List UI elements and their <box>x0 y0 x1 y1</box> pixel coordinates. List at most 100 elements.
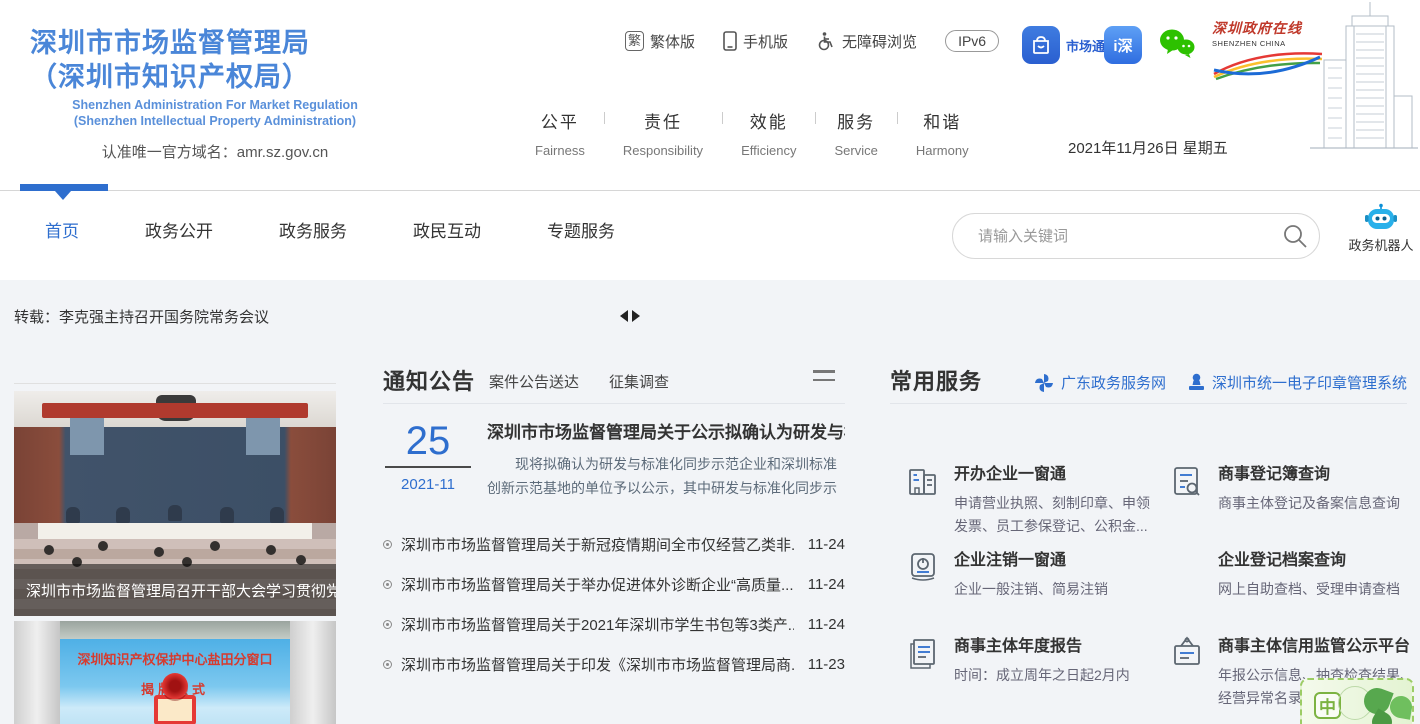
bullet-icon <box>383 540 392 549</box>
civilization-widget[interactable]: 中 <box>1300 678 1414 724</box>
ishenzhen-app-icon: i深 <box>1104 26 1142 64</box>
red-flower <box>162 673 188 699</box>
ceiling-strip <box>44 621 306 639</box>
ishenzhen-app-link[interactable]: i深 <box>1104 26 1142 64</box>
carousel-slide-2[interactable]: 深圳知识产权保护中心盐田分窗口 揭牌仪式 <box>14 621 336 724</box>
notices-section: 通知公告 案件公告送达 征集调查 25 2021-11 深圳市市场监督管理局关于… <box>383 362 845 684</box>
slide2-title: 深圳知识产权保护中心盐田分窗口 <box>14 649 336 668</box>
gd-gov-service-link[interactable]: 广东政务服务网 <box>1034 372 1166 393</box>
value-zh: 和谐 <box>916 108 969 133</box>
seal-icon <box>1188 373 1205 392</box>
service-archive-search[interactable]: 企业登记档案查询 网上自助查档、受理申请查档 <box>1168 546 1420 601</box>
nav-item-special[interactable]: 专题服务 <box>547 217 615 242</box>
wechat-link[interactable] <box>1158 27 1196 61</box>
notices-tabs: 案件公告送达 征集调查 <box>489 371 669 392</box>
site-logo[interactable]: 深圳市市场监督管理局 （深圳市知识产权局） Shenzhen Administr… <box>30 26 430 162</box>
official-figure <box>220 507 234 523</box>
carousel-slide-1[interactable]: 深圳市市场监督管理局召开干部大会学习贯彻党的十... <box>14 391 336 616</box>
nav-item-home[interactable]: 首页 <box>45 217 79 242</box>
traditional-label: 繁体版 <box>650 31 695 52</box>
ticker-next-icon[interactable] <box>632 310 640 322</box>
slide-caption[interactable]: 深圳市市场监督管理局召开干部大会学习贯彻党的十... <box>14 564 336 616</box>
value-efficiency: 效能 Efficiency <box>722 108 815 158</box>
featured-title[interactable]: 深圳市市场监督管理局关于公示拟确认为研发与标... <box>487 418 845 443</box>
notice-item-date: 11-24 <box>808 536 845 553</box>
featured-notice[interactable]: 25 2021-11 深圳市市场监督管理局关于公示拟确认为研发与标... 现将拟… <box>383 418 845 506</box>
search-button[interactable] <box>1271 213 1319 259</box>
bullet-icon <box>383 660 392 669</box>
active-tab-indicator <box>20 184 108 191</box>
plaque <box>154 695 196 724</box>
tab-case-announcements[interactable]: 案件公告送达 <box>489 371 579 392</box>
building-doc-icon <box>904 462 942 500</box>
mobile-label: 手机版 <box>743 31 788 52</box>
official-figure <box>168 505 182 521</box>
accessibility-link[interactable]: 无障碍浏览 <box>816 31 917 52</box>
market-app-link[interactable]: 市场通 <box>1022 26 1105 64</box>
service-title: 商事主体信用监管公示平台 <box>1218 632 1420 656</box>
main-nav: 首页 政务公开 政务服务 政民互动 专题服务 <box>0 190 1420 280</box>
official-figure <box>116 507 130 523</box>
mobile-version-link[interactable]: 手机版 <box>723 31 788 52</box>
side-screen <box>246 415 280 455</box>
e-seal-system-link[interactable]: 深圳市统一电子印章管理系统 <box>1188 372 1407 393</box>
page: 深圳市市场监督管理局 （深圳市知识产权局） Shenzhen Administr… <box>0 0 1420 724</box>
ipv6-badge[interactable]: IPv6 <box>945 30 999 52</box>
nav-item-interaction[interactable]: 政民互动 <box>413 217 481 242</box>
market-app-label: 市场通 <box>1066 36 1105 55</box>
notice-item-title: 深圳市市场监督管理局关于举办促进体外诊断企业“高质量... <box>401 574 794 595</box>
service-title: 企业登记档案查询 <box>1218 546 1420 570</box>
services-section: 常用服务 广东政务服务网 <box>890 362 1407 418</box>
site-title-en-2: (Shenzhen Intellectual Property Administ… <box>30 113 400 129</box>
tab-surveys[interactable]: 征集调查 <box>609 371 669 392</box>
site-title-zh-1: 深圳市市场监督管理局 <box>30 26 430 60</box>
market-app-icon <box>1022 26 1060 64</box>
nav-item-gov-info[interactable]: 政务公开 <box>145 217 213 242</box>
service-title: 商事主体年度报告 <box>954 632 1156 656</box>
photo-carousel: 深圳市市场监督管理局召开干部大会学习贯彻党的十... 深圳知识产权保护中心盐田分… <box>14 383 336 724</box>
services-title: 常用服务 <box>890 364 982 396</box>
service-desc: 网上自助查档、受理申请查档 <box>1218 578 1420 601</box>
audience-head <box>98 541 108 551</box>
audience-head <box>154 547 164 557</box>
service-open-business[interactable]: 开办企业一窗通 申请营业执照、刻制印章、申领发票、员工参保登记、公积金... <box>904 460 1156 538</box>
traditional-version-link[interactable]: 繁 繁体版 <box>625 31 695 52</box>
bullet-icon <box>383 580 392 589</box>
featured-body: 深圳市市场监督管理局关于公示拟确认为研发与标... 现将拟确认为研发与标准化同步… <box>487 418 845 500</box>
value-responsibility: 责任 Responsibility <box>604 108 722 158</box>
audience-head <box>210 541 220 551</box>
notice-item-title: 深圳市市场监督管理局关于新冠疫情期间全市仅经营乙类非... <box>401 534 794 555</box>
service-desc: 企业一般注销、简易注销 <box>954 578 1156 601</box>
notice-item[interactable]: 深圳市市场监督管理局关于2021年深圳市学生书包等3类产... 11-24 <box>383 604 845 644</box>
notice-item[interactable]: 深圳市市场监督管理局关于印发《深圳市市场监督管理局商... 11-23 <box>383 644 845 684</box>
value-en: Efficiency <box>741 143 796 158</box>
value-zh: 责任 <box>623 108 703 133</box>
service-annual-report[interactable]: 商事主体年度报告 时间：成立周年之日起2月内 <box>904 632 1156 687</box>
clover-leaf <box>1388 694 1413 719</box>
value-en: Responsibility <box>623 143 703 158</box>
search-input[interactable] <box>978 228 1271 245</box>
gov-robot-button[interactable]: 政务机器人 <box>1348 203 1414 254</box>
value-en: Fairness <box>535 143 585 158</box>
news-ticker[interactable]: 转载：李克强主持召开国务院常务会议 <box>14 306 269 327</box>
value-zh: 服务 <box>834 108 877 133</box>
mobile-icon <box>723 31 737 51</box>
service-title: 开办企业一窗通 <box>954 460 1156 484</box>
ticker-prev-icon[interactable] <box>620 310 628 322</box>
more-icon[interactable] <box>813 370 835 387</box>
featured-date-block: 25 2021-11 <box>385 420 471 493</box>
sign-board-icon <box>1168 634 1206 672</box>
traditional-icon: 繁 <box>625 31 644 51</box>
value-fairness: 公平 Fairness <box>516 108 604 158</box>
services-links: 广东政务服务网 深圳市统一电子印章管理系统 <box>1034 372 1407 393</box>
power-book-icon <box>904 548 942 586</box>
notice-item[interactable]: 深圳市市场监督管理局关于新冠疫情期间全市仅经营乙类非... 11-24 <box>383 524 845 564</box>
robot-icon <box>1364 203 1398 233</box>
service-registry-search[interactable]: 商事登记簿查询 商事主体登记及备案信息查询 <box>1168 460 1420 515</box>
service-deregistration[interactable]: 企业注销一窗通 企业一般注销、简易注销 <box>904 546 1156 601</box>
gov-robot-label: 政务机器人 <box>1348 235 1414 254</box>
search-icon <box>1282 223 1308 249</box>
service-title: 企业注销一窗通 <box>954 546 1156 570</box>
nav-item-gov-services[interactable]: 政务服务 <box>279 217 347 242</box>
notice-item[interactable]: 深圳市市场监督管理局关于举办促进体外诊断企业“高质量... 11-24 <box>383 564 845 604</box>
